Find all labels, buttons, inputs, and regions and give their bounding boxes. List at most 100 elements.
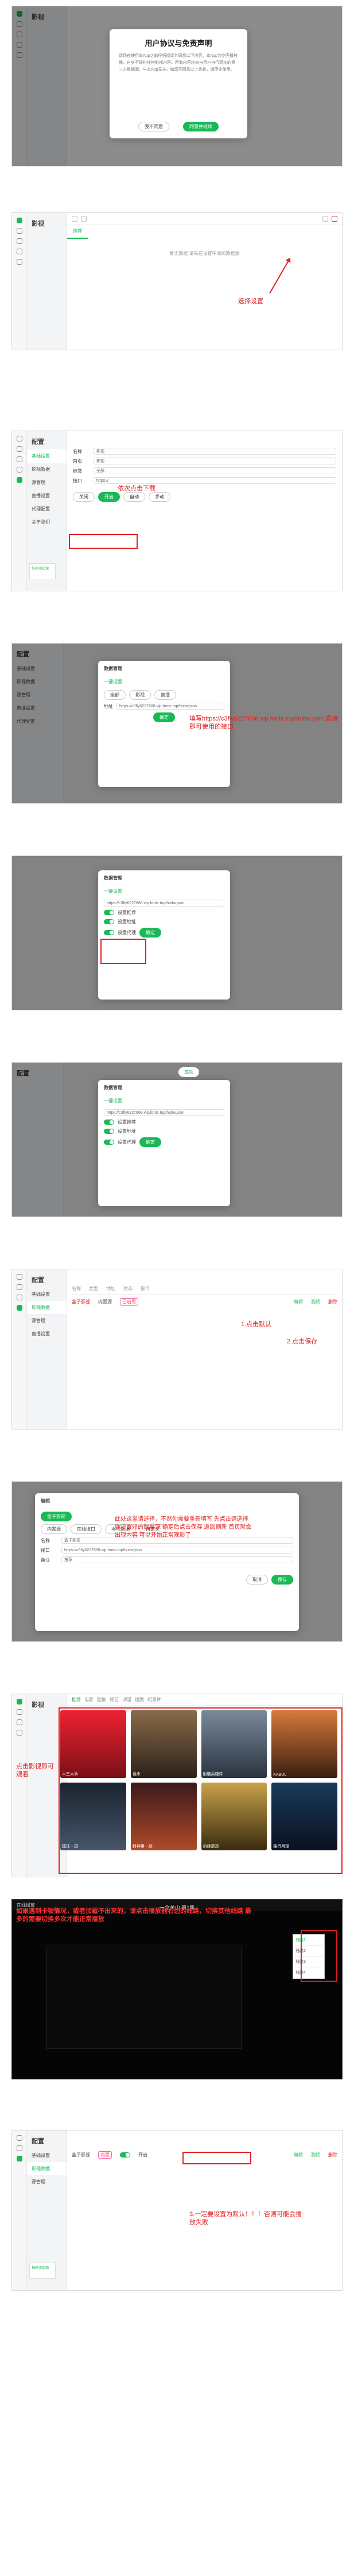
app-window: 影视 推荐 暂无数据 请先在设置中添加数据源 <box>11 212 343 350</box>
sidebar-item[interactable]: 基础设置 <box>27 2149 67 2162</box>
tv-icon[interactable] <box>16 446 22 452</box>
app-window: 配置 基础设置 影视数据 源管理 直播设置 名称 类型 地址 状态 操作 盒子影视 内置源 已启用 编… <box>11 1269 343 1430</box>
address-input[interactable]: https://c3fly6227668.vip.fonts.top/huitw… <box>104 900 224 907</box>
sidebar-item[interactable]: 关于我们 <box>27 516 67 529</box>
tab-all[interactable]: 全部 <box>104 690 126 700</box>
source-chip[interactable]: 盒子影视 <box>41 1512 72 1521</box>
option-button[interactable]: 关闭 <box>73 492 95 502</box>
delete-button[interactable]: 删除 <box>328 1299 337 1305</box>
test-button[interactable]: 测试 <box>311 2152 320 2158</box>
type-option[interactable]: 内置源 <box>41 1524 67 1534</box>
home-icon[interactable] <box>16 2135 22 2141</box>
annotation-note: 选择设置 <box>238 298 263 305</box>
star-icon[interactable] <box>16 467 22 472</box>
tab-video[interactable]: 影视 <box>129 690 151 700</box>
save-button[interactable]: 保存 <box>271 1575 293 1585</box>
field-input[interactable]: 影视 <box>94 458 336 464</box>
tab[interactable]: 动漫 <box>122 1696 131 1703</box>
search-icon[interactable] <box>322 215 328 222</box>
annotation-note: 依次点击下载 <box>118 485 155 492</box>
sidebar-item[interactable]: 直播设置 <box>27 1327 67 1341</box>
sidebar-item[interactable]: 源管理 <box>27 476 67 489</box>
home-icon[interactable] <box>16 1274 22 1280</box>
confirm-button[interactable]: 确定 <box>139 928 161 938</box>
tab[interactable]: 推荐 <box>72 1696 81 1703</box>
tv-icon[interactable] <box>16 1709 22 1715</box>
option-button[interactable]: 自动 <box>123 492 145 502</box>
field-input[interactable]: 影视 <box>94 448 336 455</box>
field-input[interactable]: 推荐 <box>61 1556 293 1563</box>
annotation-box <box>69 534 138 549</box>
option-button[interactable]: 开启 <box>98 492 120 502</box>
tab[interactable]: 纪录片 <box>147 1696 161 1703</box>
decline-button[interactable]: 我不同意 <box>138 122 169 131</box>
home-icon[interactable] <box>16 218 22 223</box>
tab[interactable]: 综艺 <box>110 1696 119 1703</box>
address-input[interactable]: https://c3fly6227668.vip.fonts.top/huitw… <box>104 1109 224 1116</box>
table-row[interactable]: 盒子影视 内置源 已启用 编辑 测试 删除 <box>72 1295 337 1309</box>
field-input[interactable]: https://c3fly6227668.vip.fonts.top/huitw… <box>61 1547 293 1554</box>
grid-icon[interactable] <box>16 456 22 462</box>
field-input[interactable]: 全部 <box>94 467 336 474</box>
home-icon[interactable] <box>16 1699 22 1705</box>
annotation-box <box>301 1930 337 1982</box>
settings-form: 名称 影视 首页 影视 标签 全部 接口 https:// 关闭 开启 自动 手动 <box>67 431 342 591</box>
sidebar-item[interactable]: 代理配置 <box>27 502 67 516</box>
sidebar-item[interactable]: 源管理 <box>27 1314 67 1327</box>
grid-icon[interactable] <box>16 1295 22 1300</box>
tv-icon[interactable] <box>16 1284 22 1290</box>
test-button[interactable]: 测试 <box>311 1299 320 1305</box>
back-icon[interactable] <box>72 215 77 222</box>
sidebar-item[interactable]: 影视数据 <box>27 1301 67 1314</box>
video-frame[interactable] <box>46 1946 242 2049</box>
qr-banner[interactable]: 扫码添加源 <box>29 2263 56 2279</box>
sidebar-item[interactable]: 影视数据 <box>27 463 67 476</box>
tab[interactable]: 电影 <box>84 1696 94 1703</box>
edit-button[interactable]: 编辑 <box>294 1299 303 1305</box>
tv-icon[interactable] <box>16 228 22 234</box>
gear-icon[interactable] <box>16 1305 22 1311</box>
toggle[interactable] <box>104 1140 114 1145</box>
default-toggle[interactable] <box>120 2152 130 2157</box>
cancel-button[interactable]: 取消 <box>246 1575 268 1585</box>
tab[interactable]: 短剧 <box>135 1696 144 1703</box>
confirm-button[interactable]: 确定 <box>139 1137 161 1147</box>
step-default-warning: 配置 基础设置 影视数据 源管理 盒子影视 内置 开启 编辑 测试 删除 扫码添加源 3.一定要… <box>0 2124 354 2296</box>
field-input[interactable]: https:// <box>94 477 336 484</box>
gear-icon[interactable] <box>16 1730 22 1736</box>
qr-banner[interactable]: 扫码添加源 <box>29 563 56 579</box>
toggle[interactable] <box>104 1120 114 1125</box>
data-manager-dialog: 数据管理 一键设置 https://c3fly6227668.vip.fonts… <box>98 1080 230 1206</box>
type-badge: 内置 <box>98 2151 112 2159</box>
star-icon[interactable] <box>16 249 22 254</box>
sidebar-item[interactable]: 基础设置 <box>27 450 67 463</box>
sidebar-item[interactable]: 源管理 <box>27 2175 67 2188</box>
refresh-icon[interactable] <box>81 215 87 222</box>
home-icon[interactable] <box>16 436 22 441</box>
player-window: 在线播放 一念关山 第1集 线路1 线路2 线路3 线路4 <box>11 1899 343 2079</box>
sidebar-item[interactable]: 基础设置 <box>27 1288 67 1301</box>
toggle[interactable] <box>104 910 114 915</box>
toggle[interactable] <box>104 919 114 924</box>
address-input[interactable]: https://c3fly6227668.vip.fonts.top/huitw… <box>116 703 224 710</box>
accept-button[interactable]: 同意并继续 <box>183 122 219 131</box>
tab-recommend[interactable]: 推荐 <box>67 224 88 239</box>
tab[interactable]: 剧集 <box>97 1696 106 1703</box>
option-button[interactable]: 手动 <box>149 492 170 502</box>
sidebar-item[interactable]: 直播设置 <box>27 489 67 502</box>
confirm-button[interactable]: 确定 <box>153 712 175 722</box>
toggle[interactable] <box>104 930 114 935</box>
toggle[interactable] <box>104 1129 114 1134</box>
tab-live[interactable]: 直播 <box>154 690 176 700</box>
type-option[interactable]: 在线接口 <box>71 1524 102 1534</box>
settings-icon[interactable] <box>332 215 337 222</box>
gear-icon[interactable] <box>16 2156 22 2161</box>
tv-icon[interactable] <box>16 2145 22 2151</box>
edit-button[interactable]: 编辑 <box>294 2152 303 2158</box>
sidebar-item[interactable]: 影视数据 <box>27 2162 67 2175</box>
delete-button[interactable]: 删除 <box>328 2152 337 2158</box>
gear-icon[interactable] <box>16 259 22 265</box>
grid-icon[interactable] <box>16 1719 22 1725</box>
gear-icon[interactable] <box>16 477 22 483</box>
grid-icon[interactable] <box>16 238 22 244</box>
